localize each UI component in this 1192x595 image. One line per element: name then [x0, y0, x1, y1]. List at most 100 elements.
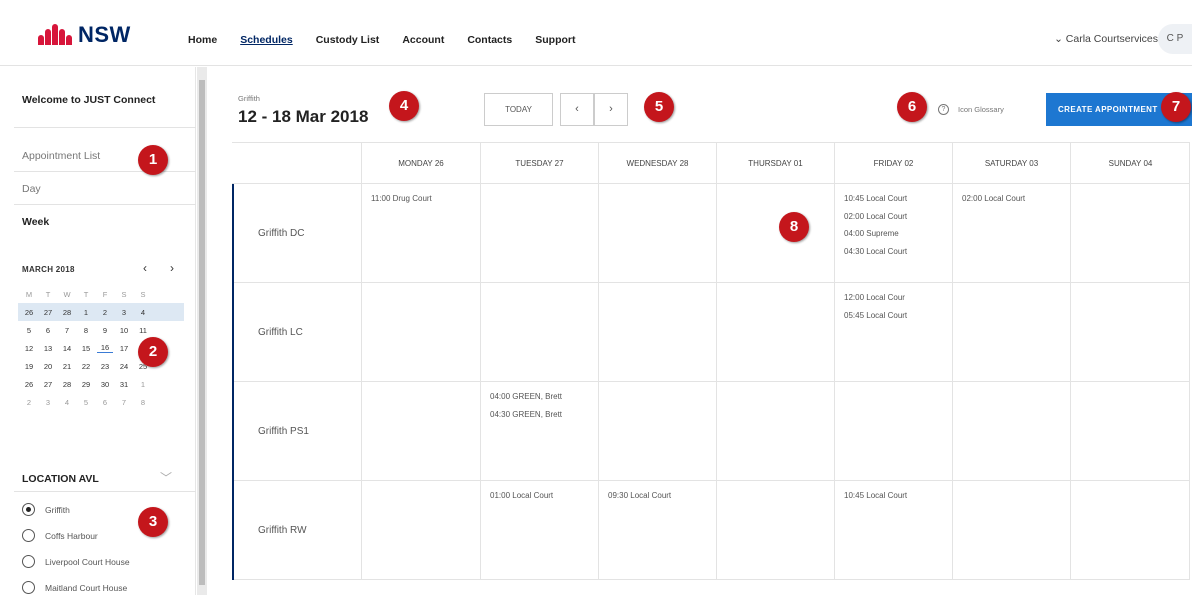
calendar-day[interactable]: 3 — [116, 308, 132, 317]
schedule-cell[interactable] — [1070, 382, 1190, 480]
calendar-week-row[interactable]: 26 27 28 1 2 3 4 — [18, 303, 184, 321]
calendar-day[interactable]: 14 — [59, 344, 75, 353]
calendar-day[interactable]: 6 — [40, 326, 56, 335]
nav-schedules[interactable]: Schedules — [240, 34, 293, 46]
schedule-cell[interactable] — [598, 382, 716, 480]
calendar-day[interactable]: 3 — [40, 398, 56, 407]
appointment-entry[interactable]: 10:45 Local Court — [844, 194, 952, 212]
calendar-day[interactable]: 27 — [40, 308, 56, 317]
calendar-day[interactable]: 23 — [97, 362, 113, 371]
calendar-day[interactable]: 19 — [21, 362, 37, 371]
location-radio-coffs-harbour[interactable]: Coffs Harbour — [22, 529, 98, 542]
calendar-day[interactable]: 7 — [116, 398, 132, 407]
schedule-cell[interactable]: 09:30 Local Court — [598, 481, 716, 579]
calendar-day[interactable]: 26 — [21, 380, 37, 389]
appointment-entry[interactable]: 02:00 Local Court — [962, 194, 1070, 212]
location-radio-liverpool[interactable]: Liverpool Court House — [22, 555, 130, 568]
schedule-cell[interactable] — [952, 382, 1070, 480]
chevron-down-icon[interactable]: ﹀ — [160, 469, 172, 486]
appointment-entry[interactable]: 01:00 Local Court — [490, 491, 598, 509]
schedule-cell[interactable] — [716, 184, 834, 282]
icon-glossary-link[interactable]: ? Icon Glossary — [938, 104, 1004, 115]
appointment-entry[interactable]: 04:30 Local Court — [844, 247, 952, 265]
schedule-cell[interactable] — [716, 481, 834, 579]
calendar-day[interactable]: 6 — [97, 398, 113, 407]
schedule-cell[interactable]: 10:45 Local Court 02:00 Local Court 04:00 … — [834, 184, 952, 282]
appointment-entry[interactable]: 05:45 Local Court — [844, 311, 952, 329]
schedule-cell[interactable] — [598, 184, 716, 282]
sidebar-item-appointment-list[interactable]: Appointment List — [22, 150, 100, 162]
schedule-cell[interactable] — [834, 382, 952, 480]
calendar-week-row[interactable]: 26 27 28 29 30 31 1 — [21, 375, 184, 393]
nav-home[interactable]: Home — [188, 34, 217, 46]
radio-button[interactable] — [22, 503, 35, 516]
sidebar-scrollbar-thumb[interactable] — [199, 80, 205, 585]
schedule-cell[interactable] — [480, 283, 598, 381]
appointment-entry[interactable]: 04:30 GREEN, Brett — [490, 410, 598, 428]
nsw-logo[interactable]: NSW — [34, 22, 131, 48]
radio-button[interactable] — [22, 581, 35, 594]
schedule-cell[interactable] — [952, 283, 1070, 381]
appointment-entry[interactable]: 09:30 Local Court — [608, 491, 716, 509]
calendar-week-row[interactable]: 2 3 4 5 6 7 8 — [21, 393, 184, 411]
avatar[interactable]: C P — [1158, 24, 1192, 54]
location-radio-maitland[interactable]: Maitland Court House — [22, 581, 127, 594]
chevron-left-icon[interactable]: ‹ — [560, 93, 594, 126]
appointment-entry[interactable]: 10:45 Local Court — [844, 491, 952, 509]
nav-custody-list[interactable]: Custody List — [316, 34, 380, 46]
schedule-cell[interactable]: 12:00 Local Cour 05:45 Local Court — [834, 283, 952, 381]
schedule-cell[interactable]: 10:45 Local Court — [834, 481, 952, 579]
calendar-day[interactable]: 10 — [116, 326, 132, 335]
schedule-cell[interactable]: 01:00 Local Court — [480, 481, 598, 579]
calendar-day[interactable]: 5 — [21, 326, 37, 335]
appointment-entry[interactable]: 04:00 GREEN, Brett — [490, 392, 598, 410]
sidebar-item-week[interactable]: Week — [22, 216, 49, 228]
calendar-day[interactable]: 7 — [59, 326, 75, 335]
calendar-day[interactable]: 11 — [135, 326, 151, 335]
schedule-cell[interactable] — [361, 481, 480, 579]
appointment-entry[interactable]: 04:00 Supreme — [844, 229, 952, 247]
calendar-day[interactable]: 4 — [59, 398, 75, 407]
calendar-day[interactable]: 28 — [59, 380, 75, 389]
radio-button[interactable] — [22, 529, 35, 542]
calendar-day[interactable]: 5 — [78, 398, 94, 407]
calendar-day[interactable]: 29 — [78, 380, 94, 389]
calendar-day[interactable]: 28 — [59, 308, 75, 317]
user-menu[interactable]: ⌄ Carla Courtservices — [1054, 33, 1158, 45]
calendar-day[interactable]: 8 — [135, 398, 151, 407]
chevron-left-icon[interactable]: ‹ — [143, 261, 147, 275]
calendar-day[interactable]: 12 — [21, 344, 37, 353]
calendar-day[interactable]: 26 — [21, 308, 37, 317]
chevron-right-icon[interactable]: › — [594, 93, 628, 126]
calendar-day[interactable]: 15 — [78, 344, 94, 353]
calendar-day[interactable]: 24 — [116, 362, 132, 371]
schedule-cell[interactable] — [361, 283, 480, 381]
schedule-cell[interactable] — [480, 184, 598, 282]
location-radio-griffith[interactable]: Griffith — [22, 503, 70, 516]
nav-contacts[interactable]: Contacts — [467, 34, 512, 46]
schedule-cell[interactable] — [716, 382, 834, 480]
schedule-cell[interactable]: 04:00 GREEN, Brett 04:30 GREEN, Brett — [480, 382, 598, 480]
calendar-day[interactable]: 4 — [135, 308, 151, 317]
appointment-entry[interactable]: 11:00 Drug Court — [371, 194, 480, 212]
today-button[interactable]: TODAY — [484, 93, 553, 126]
schedule-cell[interactable] — [716, 283, 834, 381]
calendar-day[interactable]: 20 — [40, 362, 56, 371]
nav-support[interactable]: Support — [535, 34, 575, 46]
schedule-cell[interactable] — [1070, 481, 1190, 579]
calendar-day[interactable]: 31 — [116, 380, 132, 389]
calendar-day[interactable]: 27 — [40, 380, 56, 389]
appointment-entry[interactable]: 02:00 Local Court — [844, 212, 952, 230]
schedule-cell[interactable] — [1070, 283, 1190, 381]
radio-button[interactable] — [22, 555, 35, 568]
calendar-day[interactable]: 9 — [97, 326, 113, 335]
schedule-cell[interactable] — [598, 283, 716, 381]
calendar-day[interactable]: 8 — [78, 326, 94, 335]
calendar-day[interactable]: 17 — [116, 344, 132, 353]
calendar-day[interactable]: 13 — [40, 344, 56, 353]
schedule-cell[interactable] — [1070, 184, 1190, 282]
schedule-cell[interactable] — [361, 382, 480, 480]
calendar-day[interactable]: 22 — [78, 362, 94, 371]
appointment-entry[interactable]: 12:00 Local Cour — [844, 293, 952, 311]
calendar-day[interactable]: 2 — [21, 398, 37, 407]
